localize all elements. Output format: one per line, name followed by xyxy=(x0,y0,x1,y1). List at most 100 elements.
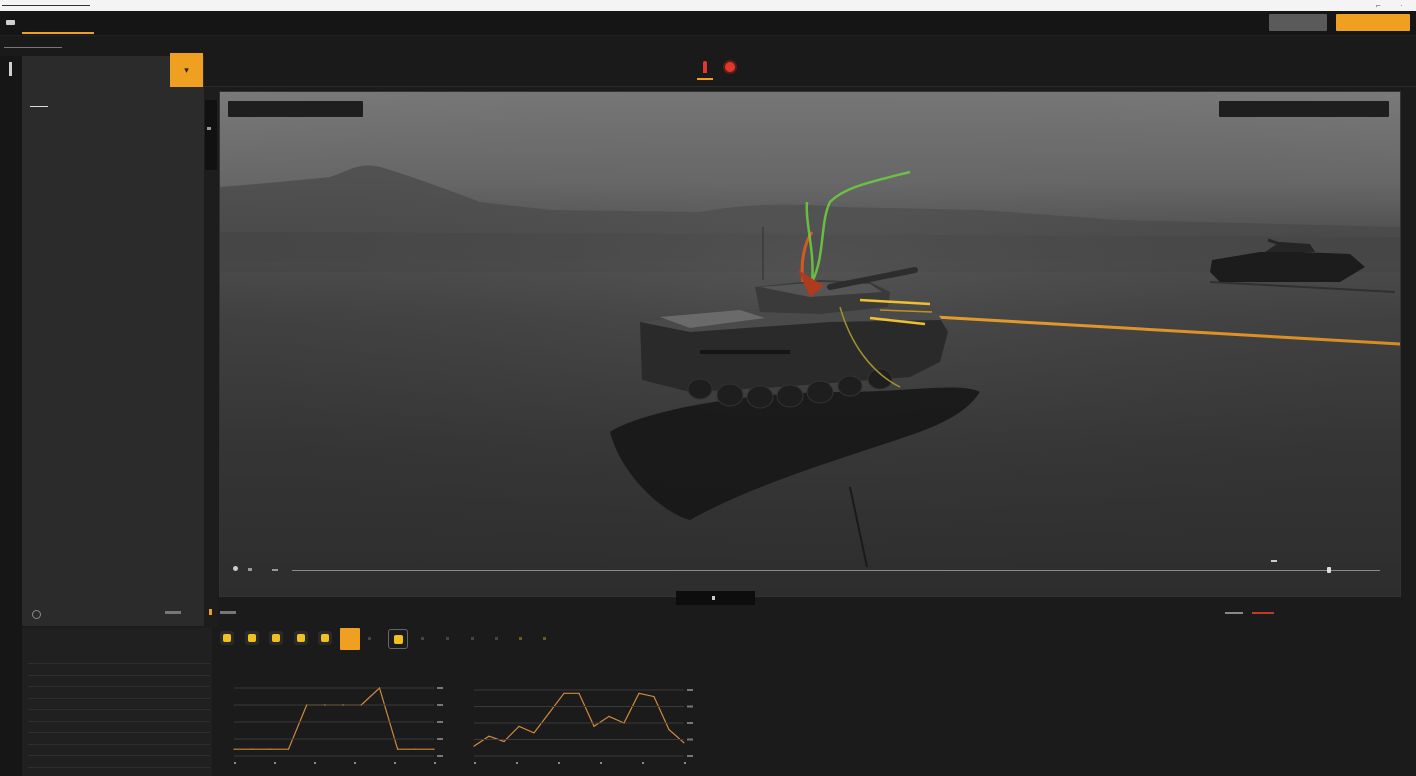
title-bar xyxy=(0,11,1416,36)
table-row[interactable] xyxy=(28,687,210,699)
layer-swatch[interactable] xyxy=(294,631,308,645)
table-row[interactable] xyxy=(28,652,210,664)
data-point xyxy=(473,745,475,747)
timeline-handle[interactable] xyxy=(1327,567,1331,573)
marker-icon[interactable] xyxy=(703,61,707,73)
table-row[interactable] xyxy=(28,744,210,756)
data-point xyxy=(518,725,520,727)
layer-swatch[interactable] xyxy=(269,631,283,645)
window-top-strip: ⌐ · xyxy=(0,0,1416,11)
separator-dot xyxy=(471,637,474,640)
table-row[interactable] xyxy=(28,733,210,745)
status-indicator xyxy=(165,611,181,614)
chart-1-plot xyxy=(233,686,443,764)
table-row[interactable] xyxy=(28,675,210,687)
tab-active[interactable] xyxy=(22,14,94,34)
x-tick xyxy=(274,762,276,764)
x-tick xyxy=(600,762,602,764)
y-tick xyxy=(437,704,443,706)
panel-scrollbar-thumb[interactable] xyxy=(205,100,217,170)
record-icon[interactable] xyxy=(725,62,735,72)
step-icon[interactable] xyxy=(248,568,252,571)
data-point xyxy=(533,732,535,734)
x-tick xyxy=(558,762,560,764)
scene-render xyxy=(220,92,1400,596)
status-segment-alert xyxy=(1252,612,1274,614)
data-point xyxy=(397,748,399,750)
data-point xyxy=(638,692,640,694)
handle-icon xyxy=(712,596,715,600)
chart-2 xyxy=(468,660,698,772)
y-tick xyxy=(687,689,693,691)
data-point xyxy=(306,704,308,706)
series-line xyxy=(473,692,685,747)
data-point xyxy=(503,740,505,743)
timeline-scrubber[interactable] xyxy=(228,560,1388,579)
3d-viewport[interactable] xyxy=(219,91,1401,597)
side-rail xyxy=(0,56,22,776)
table-row[interactable] xyxy=(28,664,210,676)
separator-dot xyxy=(446,637,449,640)
viewport-info-overlay xyxy=(228,101,363,117)
play-icon[interactable] xyxy=(233,566,238,571)
chart-1 xyxy=(228,660,458,772)
status-indicator xyxy=(220,611,236,614)
x-tick xyxy=(474,762,476,764)
separator-dot xyxy=(495,637,498,640)
data-point xyxy=(578,692,580,694)
properties-panel xyxy=(22,56,204,626)
breadcrumb-underline xyxy=(4,47,62,48)
window-title-underline xyxy=(2,5,90,6)
data-point xyxy=(608,715,610,717)
data-point xyxy=(378,687,381,689)
primary-button[interactable] xyxy=(1336,14,1410,31)
secondary-button[interactable] xyxy=(1269,14,1327,31)
table-row[interactable] xyxy=(28,710,210,722)
layer-swatch[interactable] xyxy=(245,631,259,645)
minimize-icon[interactable]: ⌐ xyxy=(1376,1,1381,10)
menu-icon[interactable] xyxy=(6,20,15,25)
data-point xyxy=(415,748,417,750)
panel-tab-underline xyxy=(30,106,48,107)
data-point xyxy=(324,704,326,706)
layer-swatch[interactable] xyxy=(220,631,234,645)
x-tick xyxy=(434,762,436,764)
x-tick xyxy=(234,762,236,764)
keyframe-marker[interactable] xyxy=(1271,560,1277,562)
x-tick xyxy=(394,762,396,764)
layer-swatch-selected[interactable] xyxy=(388,629,408,649)
scroll-grip-icon xyxy=(207,127,211,130)
data-point xyxy=(683,742,685,744)
warning-icon xyxy=(209,609,212,615)
chart-2-plot xyxy=(473,689,693,764)
table-row[interactable] xyxy=(28,721,210,733)
status-segment xyxy=(1225,612,1243,614)
data-point xyxy=(342,704,344,706)
loop-icon[interactable] xyxy=(272,569,278,571)
panel-pin-button[interactable]: ▾ xyxy=(170,53,203,87)
data-point xyxy=(433,748,435,750)
y-tick xyxy=(687,755,693,757)
y-tick xyxy=(437,755,443,757)
layer-swatch[interactable] xyxy=(318,631,332,645)
y-tick xyxy=(437,738,443,740)
timeline-track[interactable] xyxy=(292,570,1380,571)
data-point xyxy=(233,748,235,750)
table-row[interactable] xyxy=(28,698,210,710)
layer-swatch-active[interactable] xyxy=(340,628,360,650)
separator-dot xyxy=(368,637,371,640)
viewport-center-button[interactable] xyxy=(676,591,755,605)
series-line xyxy=(234,686,434,750)
separator-dot xyxy=(543,637,546,640)
separator-dot xyxy=(421,637,424,640)
data-point xyxy=(668,729,670,731)
data-point xyxy=(488,735,490,737)
rail-active-marker[interactable] xyxy=(9,62,12,76)
data-point xyxy=(653,696,655,698)
x-tick xyxy=(684,762,686,764)
data-point xyxy=(623,722,625,724)
x-tick xyxy=(354,762,356,764)
table-row[interactable] xyxy=(28,756,210,768)
settings-icon[interactable] xyxy=(32,610,41,619)
close-icon[interactable]: · xyxy=(1400,1,1403,10)
